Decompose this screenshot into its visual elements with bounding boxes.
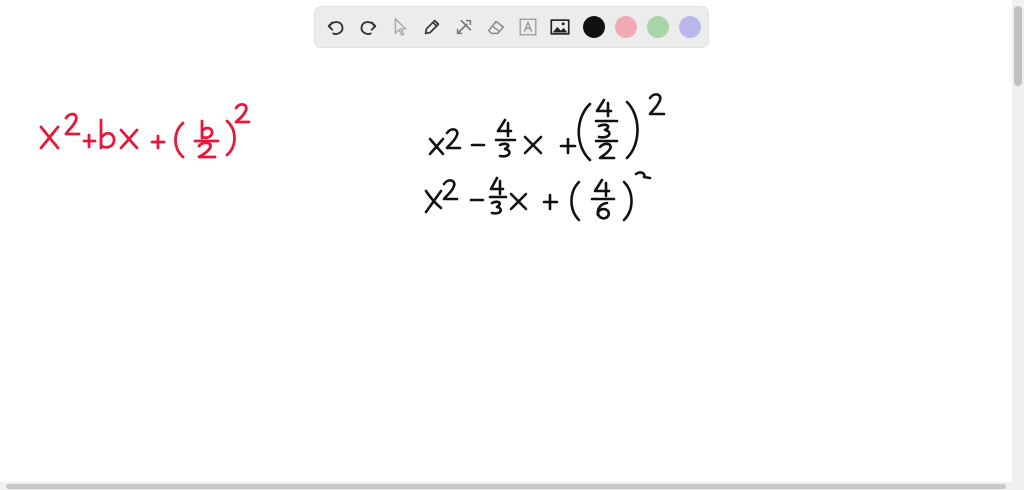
select-tool-button[interactable] [387, 14, 413, 40]
undo-button[interactable] [323, 14, 349, 40]
black-expression-line-2 [424, 171, 652, 222]
horizontal-scrollbar[interactable] [0, 482, 1024, 490]
drawing-toolbar [315, 7, 708, 47]
undo-icon [327, 21, 344, 35]
pen-tool-button[interactable] [419, 14, 445, 40]
image-tool-button[interactable] [547, 14, 573, 40]
black-expression-line-1 [428, 93, 666, 162]
text-tool-button[interactable] [515, 14, 541, 40]
color-swatch-green[interactable] [647, 16, 669, 38]
vertical-scrollbar-thumb[interactable] [1014, 6, 1022, 86]
eraser-icon [487, 20, 505, 35]
vertical-scrollbar[interactable] [1012, 0, 1024, 482]
image-icon [550, 19, 570, 35]
color-swatch-purple[interactable] [679, 16, 701, 38]
eraser-tool-button[interactable] [483, 14, 509, 40]
handwriting-layer [39, 93, 666, 222]
horizontal-scrollbar-thumb[interactable] [6, 484, 1006, 489]
color-swatch-red[interactable] [615, 16, 637, 38]
text-icon [519, 18, 537, 36]
select-pointer-icon [394, 18, 407, 36]
pen-icon [424, 19, 440, 35]
tools-button[interactable] [451, 14, 477, 40]
color-swatch-black[interactable] [583, 16, 605, 38]
whiteboard-canvas[interactable] [0, 0, 1012, 482]
tools-icon [456, 19, 472, 35]
redo-button[interactable] [355, 14, 381, 40]
redo-icon [360, 21, 377, 35]
red-expression-x2-bx-b-over-2-squared [39, 103, 251, 159]
